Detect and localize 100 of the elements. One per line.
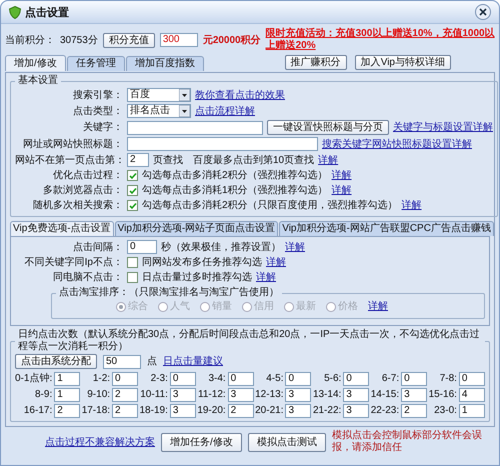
points-label: 当前积分：	[5, 34, 55, 46]
help-link[interactable]: 详解	[332, 169, 352, 182]
input-field[interactable]: 0	[112, 372, 138, 386]
option-text: 勾选每点击多消耗1积分（强烈推荐勾选）	[142, 184, 328, 197]
help-link[interactable]: 搜索关键字网站快照标题设置详解	[322, 138, 472, 150]
checkbox[interactable]	[127, 170, 138, 181]
help-link[interactable]: 教你查看点击的效果	[195, 88, 285, 102]
input-field[interactable]: 3	[170, 388, 196, 402]
help-link[interactable]: 详解	[332, 184, 352, 197]
tab[interactable]: 任务管理	[66, 56, 125, 71]
input-field[interactable]: 3	[170, 404, 196, 418]
input-field[interactable]: 3	[401, 388, 428, 402]
hour-label: 14-15:	[370, 389, 400, 401]
rate-text: 元20000积分	[202, 34, 261, 46]
input-field[interactable]: 0	[127, 240, 157, 254]
action-button[interactable]: 推广赚积分	[284, 55, 347, 70]
allocate-button[interactable]: 点击由系统分配	[15, 354, 97, 369]
option-text: 同网站发布多任务推荐勾选	[142, 256, 262, 269]
help-link[interactable]: 关键字与标题设置详解	[393, 121, 493, 134]
input-field[interactable]: 1	[54, 372, 80, 386]
input-field[interactable]: 0	[458, 372, 485, 386]
set-title-button[interactable]: 一键设置快照标题与分页	[267, 120, 389, 135]
input-field[interactable]: 2	[112, 404, 138, 418]
input-field[interactable]: 3	[228, 388, 254, 402]
hour-label: 7-8:	[440, 373, 457, 385]
tab[interactable]: 增加/修改	[5, 55, 66, 71]
tab[interactable]: Vip免费选项-点击设置	[10, 221, 114, 236]
input-field[interactable]: 2	[401, 404, 428, 418]
input-field[interactable]: 1	[54, 388, 80, 402]
caret-icon	[179, 105, 190, 117]
caret-icon	[179, 89, 190, 101]
input-field[interactable]: 0	[343, 372, 370, 386]
hour-label: 6-7:	[382, 373, 400, 385]
field-label: 关键字：	[82, 121, 123, 134]
recharge-button[interactable]: 积分充值	[102, 32, 155, 48]
help-link[interactable]: 详解	[318, 154, 338, 166]
promo-text: 限时充值活动：充值300以上赠送10%，充值1000以上赠送20%	[266, 28, 495, 52]
field-label: 网站不在第一页点击第：	[15, 154, 123, 166]
input-field[interactable]: 3	[343, 388, 370, 402]
input-field[interactable]: 3	[343, 404, 370, 418]
input-field[interactable]: 0	[170, 372, 196, 386]
action-button[interactable]: 加入Vip与特权详细	[354, 55, 451, 70]
help-link[interactable]: 详解	[402, 199, 422, 212]
input-field[interactable]: 0	[285, 372, 312, 386]
hour-label: 23-0:	[434, 405, 457, 417]
input-field[interactable]: 0	[228, 372, 254, 386]
tab[interactable]: Vip加积分选项-网站子页面点击设置	[114, 221, 278, 236]
hour-label: 13-14:	[312, 389, 342, 401]
field-label: 不同关键字同Ip不点：	[24, 256, 123, 269]
input-field[interactable]: 4	[458, 388, 485, 402]
field-label: 同电脑不点击：	[52, 271, 123, 284]
hour-label: 10-11:	[140, 389, 168, 401]
warning-text: 模拟点击会控制鼠标部分软件会误报，请添加信任	[332, 430, 483, 454]
help-link[interactable]: 详解	[266, 256, 286, 269]
input-field[interactable]: 1	[458, 404, 485, 418]
window-title: 点击设置	[25, 6, 70, 20]
group-title: 日约点击次数（默认系统分配30点，分配后时间段点击总和20点，一IP一天点击一次，不勾选优化点击过程等点一次消耗一积分）	[17, 329, 481, 353]
tab[interactable]: 增加百度指数	[126, 56, 204, 71]
input-field[interactable]	[127, 137, 318, 151]
input-field[interactable]: 0	[401, 372, 428, 386]
input-field[interactable]: 3	[285, 404, 312, 418]
tab[interactable]: Vip加积分选项-网站广告联盟CPC广告点击赚钱	[279, 221, 494, 236]
close-button[interactable]	[475, 4, 491, 20]
input-field[interactable]: 2	[228, 404, 254, 418]
note-text: 秒（效果极佳，推荐设置）	[161, 240, 281, 254]
help-link[interactable]: 点击流程详解	[195, 104, 255, 118]
input-field[interactable]	[127, 120, 263, 134]
input-field[interactable]: 2	[112, 388, 138, 402]
help-link[interactable]: 详解	[256, 271, 276, 284]
input-field[interactable]: 2	[127, 153, 149, 167]
note-text: 百度最多点击到第10页查找	[193, 154, 314, 166]
hour-label: 19-20:	[197, 405, 226, 417]
amount-field[interactable]: 300	[160, 33, 198, 47]
hour-label: 2-3:	[150, 373, 168, 385]
points-value: 30753分	[60, 34, 98, 46]
checkbox[interactable]	[127, 257, 138, 268]
hour-label: 21-22:	[312, 405, 342, 417]
checkbox[interactable]	[127, 200, 138, 211]
action-button[interactable]: 增加任务/修改	[161, 432, 242, 452]
checkbox[interactable]	[127, 185, 138, 196]
help-link[interactable]: 详解	[285, 240, 305, 254]
input-field[interactable]: 2	[54, 404, 80, 418]
checkbox[interactable]	[127, 272, 138, 283]
help-link[interactable]: 点击过程不兼容解决方案	[45, 436, 155, 448]
hour-label: 16-17:	[24, 405, 52, 417]
field-label: 网址或网站快照标题：	[22, 138, 123, 150]
dropdown[interactable]: 百度	[127, 88, 191, 102]
input-field[interactable]: 3	[285, 388, 312, 402]
dropdown[interactable]: 排名点击	[127, 104, 191, 118]
help-link[interactable]: 日点击量建议	[163, 355, 223, 368]
hour-label: 4-5:	[266, 373, 284, 385]
group-title: 基本设置	[17, 75, 59, 87]
hour-label: 0-1点钟:	[15, 373, 52, 385]
action-button[interactable]: 模拟点击测试	[248, 432, 326, 452]
hour-label: 1-2:	[92, 373, 110, 385]
hour-label: 22-23:	[370, 405, 400, 417]
input-field[interactable]: 50	[103, 354, 141, 368]
hour-label: 11-12:	[198, 389, 226, 401]
group-title: 点击淘宝排序：（只限淘宝排名与淘宝广告使用）	[58, 287, 280, 299]
hour-label: 5-6:	[324, 373, 342, 385]
